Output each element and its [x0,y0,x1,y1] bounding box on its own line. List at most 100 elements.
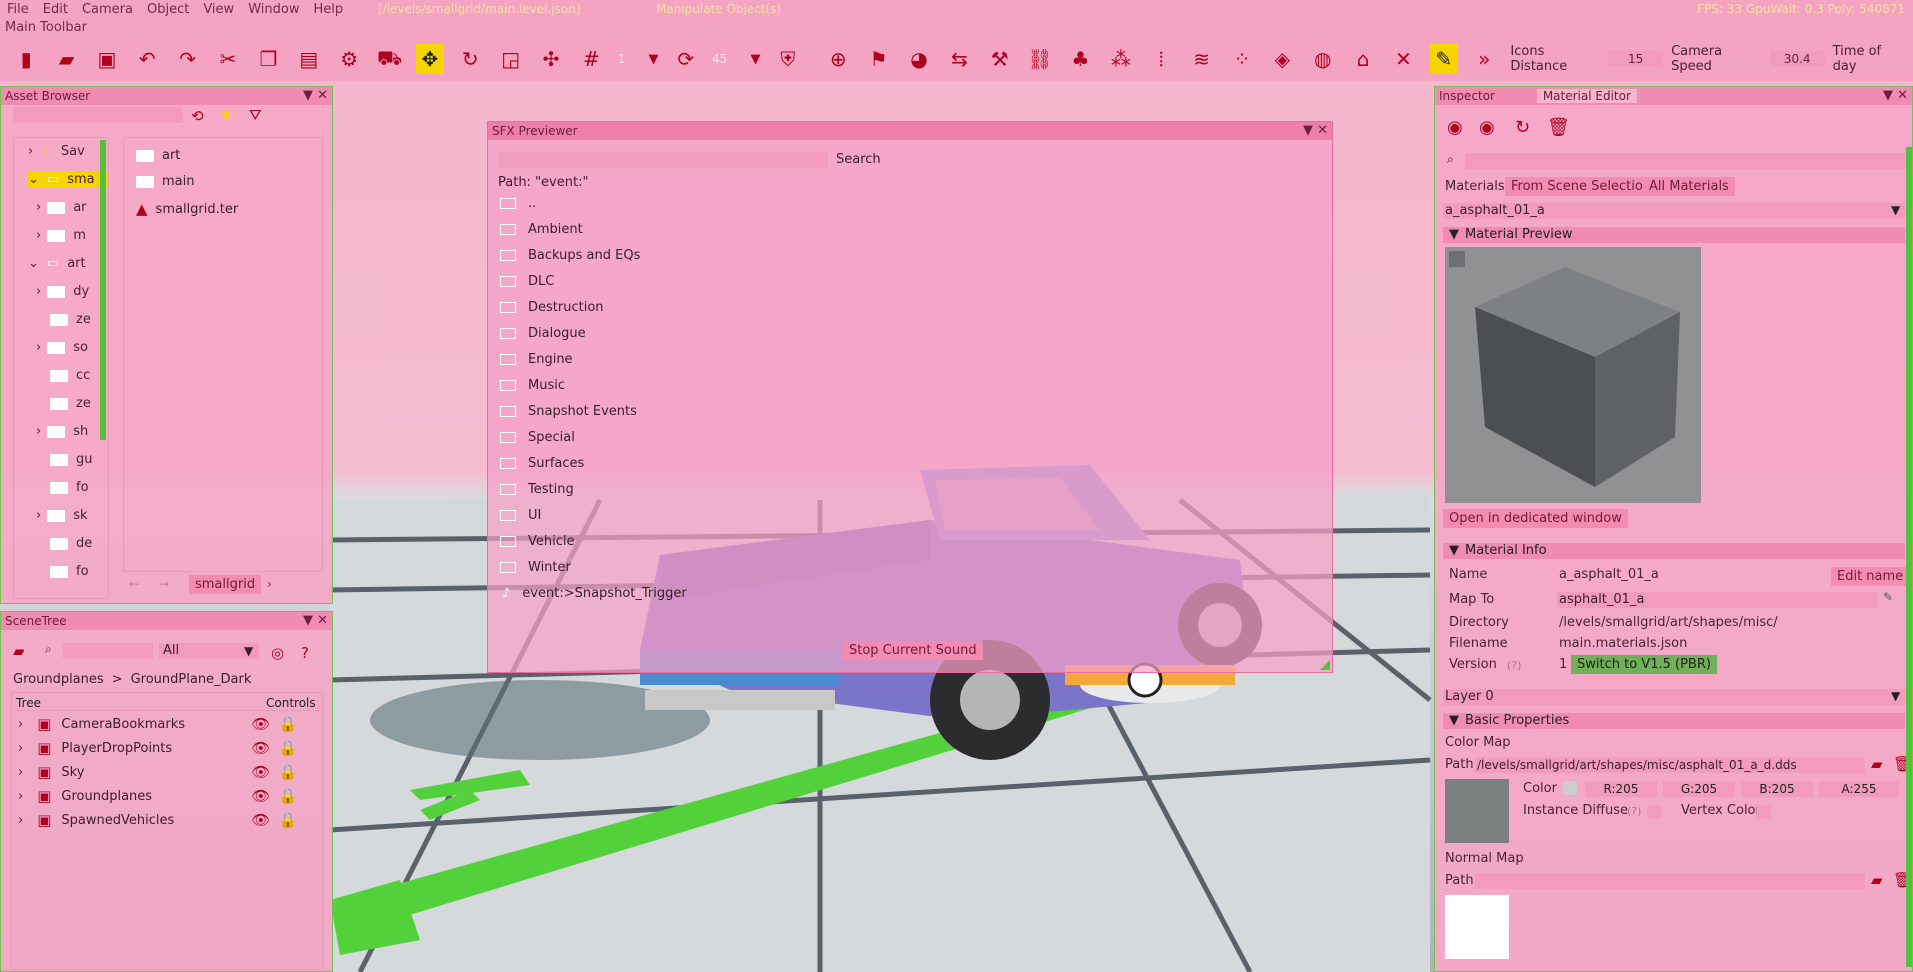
tree-item[interactable]: cc [50,368,90,383]
color-swatch[interactable] [1563,781,1577,795]
history-icon[interactable]: ⟲ [191,107,204,125]
material-info-header[interactable]: ▼ Material Info [1443,543,1905,559]
sfx-folder-item[interactable]: Snapshot Events [500,404,637,419]
tree-item[interactable]: › so [36,340,88,355]
school-icon[interactable]: ⌂ [1349,44,1377,74]
grid-snap-icon[interactable]: # [577,44,605,74]
tree-item[interactable]: de [50,536,92,551]
eye-icon[interactable]: 👁 [251,739,270,757]
material-ball-add-icon[interactable]: ◉ [1479,117,1495,138]
tree-item[interactable]: › sk [36,508,88,523]
sfx-search-input[interactable] [498,152,828,168]
back-arrow-icon[interactable]: ← [129,577,139,591]
color-r-field[interactable]: R:205 [1585,781,1657,797]
material-select[interactable]: a_asphalt_01_a [1443,203,1905,219]
inspector-menu-icon[interactable]: ▼ ✕ [1883,87,1908,105]
eye-icon[interactable]: 👁 [251,715,270,733]
nodes-icon[interactable]: ⁂ [1107,44,1135,74]
sfx-folder-item[interactable]: Destruction [500,300,604,315]
sfx-folder-item[interactable]: Testing [500,482,574,497]
breadcrumb-leaf[interactable]: GroundPlane_Dark [131,672,252,687]
gauge-icon[interactable]: ◍ [1309,44,1337,74]
tree-item[interactable]: fo [50,480,89,495]
more-icon[interactable]: » [1470,44,1498,74]
from-scene-selection-button[interactable]: From Scene Selection [1505,177,1658,196]
asset-browser-menu-icon[interactable]: ▼ ✕ [303,87,328,105]
sfx-folder-item[interactable]: UI [500,508,541,523]
particles-icon[interactable]: ⁘ [1228,44,1256,74]
icons-distance-field[interactable]: 15 [1608,51,1664,67]
tree-item[interactable]: gu [50,452,93,467]
tab-material-editor[interactable]: Material Editor [1536,89,1637,103]
add-icon[interactable]: ⊕ [824,44,852,74]
snap-value[interactable]: 1 [618,52,626,66]
scenetree-menu-icon[interactable]: ▼ ✕ [303,612,328,630]
tree-item[interactable]: › ☆ Sav [28,144,85,159]
stop-sound-button[interactable]: Stop Current Sound [843,641,983,660]
material-preview-header[interactable]: ▼ Material Preview [1443,227,1905,243]
tab-inspector[interactable]: Inspector [1439,89,1495,103]
terrain-snap-icon[interactable]: ⛨ [774,44,802,74]
translate-icon[interactable]: ✥ [415,44,445,74]
layer-dropdown-icon[interactable]: ▼ [1891,689,1900,703]
sfx-folder-item[interactable]: Engine [500,352,573,367]
crossed-tools-icon[interactable]: ✕ [1389,44,1417,74]
layers-icon[interactable]: ◈ [1268,44,1296,74]
inspector-scrollbar[interactable] [1906,147,1912,967]
browse-folder-icon[interactable]: ▰ [1871,755,1883,773]
sfx-close-icon[interactable]: ▼ ✕ [1303,122,1328,140]
resize-grip[interactable] [1320,660,1330,670]
menu-object[interactable]: Object [140,2,196,17]
color-map-path-field[interactable]: /levels/smallgrid/art/shapes/misc/asphal… [1475,757,1865,773]
rotate-snap-icon[interactable]: ⟳ [672,44,700,74]
broadcast-icon[interactable]: ◎ [271,644,284,662]
sfx-folder-item[interactable]: Vehicle [500,534,575,549]
scene-item[interactable]: › ▣ Groundplanes 👁 🔒 [18,787,318,805]
file-item[interactable]: art [136,148,180,163]
sfx-folder-item[interactable]: Backups and EQs [500,248,640,263]
open-dedicated-window-button[interactable]: Open in dedicated window [1443,509,1628,528]
vertex-color-checkbox[interactable] [1757,805,1771,819]
rotate-icon[interactable]: ↻ [456,44,484,74]
scale-icon[interactable]: ◲ [497,44,525,74]
crumb-chevron-icon[interactable]: › [267,577,272,591]
pivot-icon[interactable]: ✣ [537,44,565,74]
pencil-icon[interactable]: ✎ [1429,44,1459,74]
scene-item[interactable]: › ▣ SpawnedVehicles 👁 🔒 [18,811,318,829]
camera-speed-field[interactable]: 30.4 [1769,51,1825,67]
material-ball-icon[interactable]: ◉ [1447,117,1463,138]
tree-item[interactable]: ze [50,396,91,411]
breadcrumb-root[interactable]: Groundplanes [13,672,104,687]
settings-icon[interactable]: ⚙ [335,44,363,74]
favorites-star-icon[interactable]: ★ [219,105,233,124]
rotate-snap-value[interactable]: 45 [712,52,727,66]
instance-diffuse-help[interactable]: (?) [1627,805,1641,818]
sfx-folder-item[interactable]: Special [500,430,575,445]
edit-pencil-icon[interactable]: ✎ [1883,590,1893,604]
color-b-field[interactable]: B:205 [1741,781,1813,797]
sfx-folder-item[interactable]: Music [500,378,565,393]
filter-dropdown-icon[interactable]: ▼ [244,644,253,658]
eye-icon[interactable]: 👁 [251,763,270,781]
material-select-dropdown-icon[interactable]: ▼ [1891,203,1900,217]
preview-checkbox[interactable] [1449,251,1465,267]
rotate-dropdown-icon[interactable]: ▼ [741,44,769,74]
link-icon[interactable]: ⛓ [1026,44,1054,74]
tree-item[interactable]: ⌄ ▭ art [28,256,86,271]
save-icon[interactable]: ▣ [93,44,121,74]
all-materials-button[interactable]: All Materials [1643,177,1735,196]
new-file-icon[interactable]: ▮ [12,44,40,74]
layer-select[interactable]: Layer 0 [1443,689,1905,705]
undo-icon[interactable]: ↶ [133,44,161,74]
edit-name-button[interactable]: Edit name [1831,567,1910,586]
filter-icon[interactable]: ⛛ [249,106,262,124]
copy-icon[interactable]: ❐ [254,44,282,74]
lock-icon[interactable]: 🔒 [278,811,297,829]
material-search-input[interactable] [1465,153,1905,169]
road-icon[interactable]: ⇆ [945,44,973,74]
asset-tree-scrollbar[interactable] [100,140,106,440]
menu-view[interactable]: View [196,2,241,17]
forward-arrow-icon[interactable]: → [159,577,169,591]
redo-icon[interactable]: ↷ [174,44,202,74]
tree-item[interactable]: ⌄ ▭ sma [28,172,108,187]
